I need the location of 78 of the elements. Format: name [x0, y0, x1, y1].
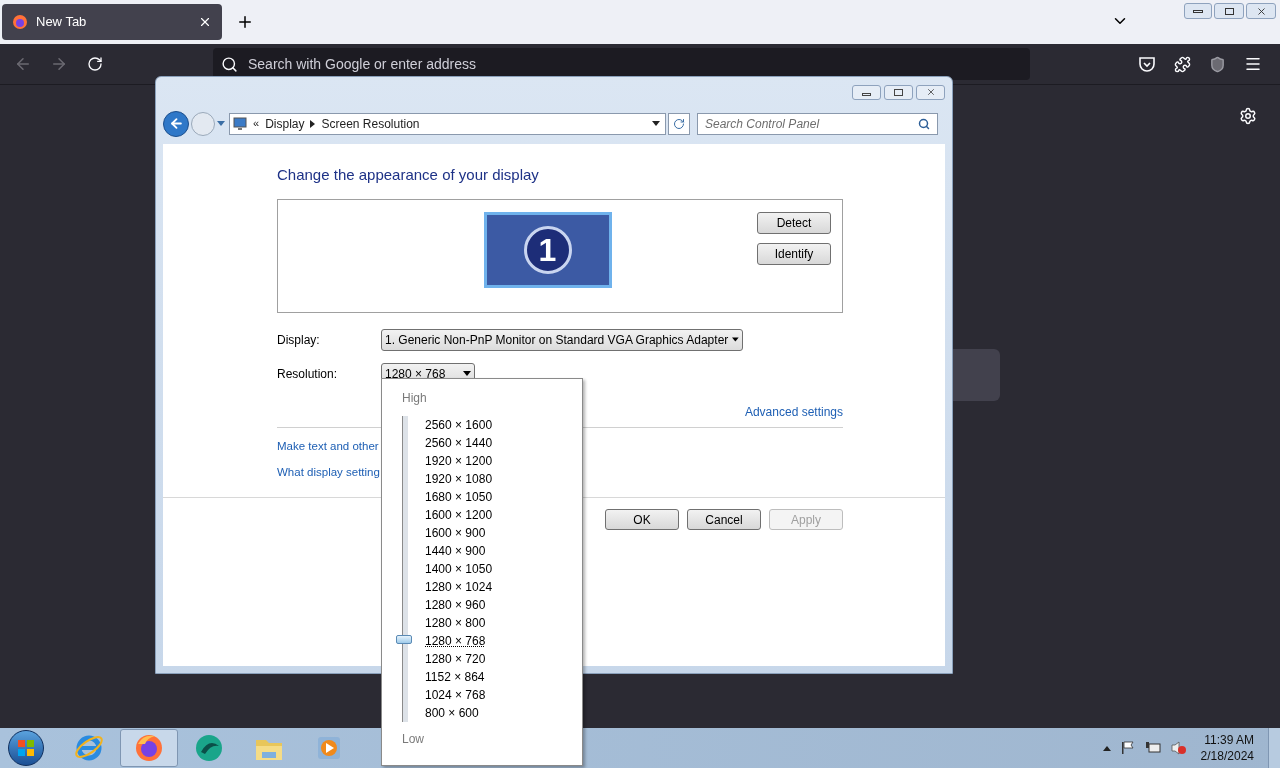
dialog-button[interactable]: OK	[605, 509, 679, 530]
resolution-option[interactable]: 1280 × 720	[425, 650, 493, 668]
monitor-number: 1	[523, 225, 572, 274]
display-dropdown[interactable]: 1. Generic Non-PnP Monitor on Standard VGA Graphics Adapter	[381, 328, 743, 351]
browser-tab[interactable]: New Tab	[2, 4, 222, 40]
search-icon	[918, 117, 930, 130]
monitor-thumbnail[interactable]: 1	[483, 211, 612, 288]
page-heading: Change the appearance of your display	[277, 165, 540, 185]
muted-speaker-icon[interactable]	[1170, 741, 1187, 755]
resolution-option[interactable]: 1600 × 1200	[425, 506, 493, 524]
close-icon	[925, 87, 936, 97]
caret-icon	[310, 119, 316, 128]
overflow-chevrons[interactable]: «	[253, 115, 260, 132]
shield-icon[interactable]	[1209, 55, 1226, 73]
breadcrumb-item[interactable]: Display	[265, 114, 305, 133]
fox-icon	[12, 14, 28, 30]
low-label: Low	[402, 731, 425, 748]
resolution-option[interactable]: 1680 × 1050	[425, 488, 493, 506]
minimize-button[interactable]	[1184, 3, 1212, 19]
back-button[interactable]	[163, 110, 189, 137]
maximize-button[interactable]	[884, 84, 913, 100]
resolution-option[interactable]: 800 × 600	[425, 704, 493, 722]
resolution-option[interactable]: 1920 × 1080	[425, 470, 493, 488]
clock-date[interactable]: 2/18/2024	[1200, 748, 1254, 764]
resolution-option[interactable]: 1024 × 768	[425, 686, 493, 704]
side-button[interactable]: Detect	[757, 211, 831, 234]
advanced-settings-link[interactable]: Advanced settings	[744, 402, 843, 421]
address-bar[interactable]: « Display Screen Resolution	[229, 112, 666, 135]
resolution-option[interactable]: 1280 × 1024	[425, 578, 493, 596]
side-button[interactable]: Identify	[757, 242, 831, 265]
resolution-slider[interactable]	[396, 416, 414, 722]
resolution-option[interactable]: 1400 × 1050	[425, 560, 493, 578]
tab-title: New Tab	[36, 13, 88, 32]
help-link[interactable]: Make text and other	[277, 437, 379, 455]
taskbar-app[interactable]	[120, 729, 178, 767]
refresh-button[interactable]	[668, 112, 690, 135]
resolution-option[interactable]: 1280 × 800	[425, 614, 493, 632]
resolution-option[interactable]: 1280 × 960	[425, 596, 493, 614]
dialog-button[interactable]: Cancel	[687, 509, 761, 530]
pocket-icon[interactable]	[1138, 55, 1156, 73]
start-button[interactable]	[8, 730, 44, 766]
resolution-option[interactable]: 1440 × 900	[425, 542, 493, 560]
resolution-label: Resolution:	[277, 365, 339, 383]
refresh-icon	[673, 117, 685, 130]
reload-icon[interactable]	[87, 56, 103, 72]
fox-icon	[133, 732, 165, 764]
search-field[interactable]: Search Control Panel	[697, 112, 938, 135]
settings-icon[interactable]	[1239, 107, 1257, 125]
restore-button[interactable]	[1214, 3, 1244, 19]
help-link[interactable]: What display setting	[277, 463, 380, 481]
resolution-option[interactable]: 2560 × 1440	[425, 434, 493, 452]
resolution-option[interactable]: 2560 × 1600	[425, 416, 493, 434]
resolution-option[interactable]: 1152 × 864	[425, 668, 493, 686]
minimize-button[interactable]	[852, 84, 881, 100]
forward-icon[interactable]	[50, 55, 68, 73]
menu-icon[interactable]	[1244, 55, 1262, 73]
swirl-icon	[193, 732, 225, 764]
expand-tray-icon[interactable]	[1102, 745, 1111, 751]
puzzle-icon[interactable]	[1174, 55, 1191, 73]
new-tab-icon[interactable]	[236, 13, 254, 31]
breadcrumb-item[interactable]: Screen Resolution	[321, 114, 420, 133]
network-icon[interactable]	[1144, 741, 1161, 755]
windows-logo	[17, 739, 35, 757]
caret-icon	[732, 337, 739, 342]
close-icon	[1255, 5, 1267, 17]
high-label: High	[402, 390, 428, 407]
flag-icon[interactable]	[1120, 741, 1135, 755]
resolution-option[interactable]: 1280 × 768	[425, 632, 493, 650]
slider-thumb[interactable]	[396, 634, 412, 644]
dropdown-arrow-icon[interactable]	[652, 121, 660, 126]
caret-icon	[463, 371, 471, 376]
resolution-option[interactable]: 1920 × 1200	[425, 452, 493, 470]
clock-time[interactable]: 11:39 AM	[1204, 732, 1254, 748]
close-icon[interactable]	[198, 15, 212, 29]
back-icon[interactable]	[14, 55, 32, 73]
display-label: Display:	[277, 331, 321, 349]
monitor-icon	[233, 116, 247, 131]
resolution-option[interactable]: 1600 × 900	[425, 524, 493, 542]
